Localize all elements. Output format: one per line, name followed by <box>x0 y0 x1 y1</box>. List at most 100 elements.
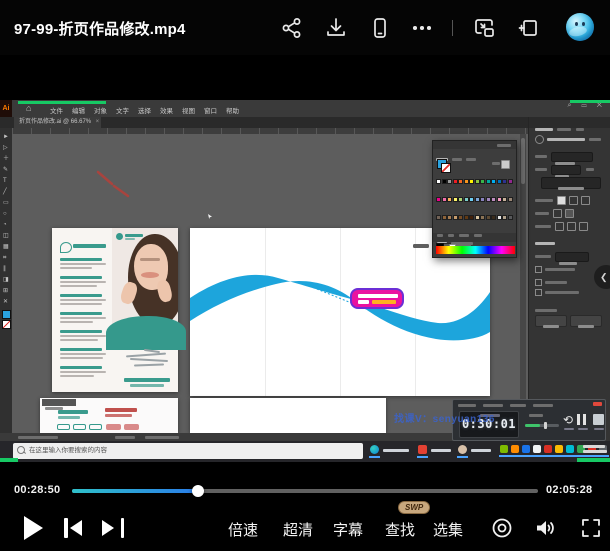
player-top-bar: 97-99-折页作品修改.mp4 <box>0 0 610 55</box>
find-button[interactable]: 查找 <box>385 519 415 540</box>
color-swatch <box>475 197 480 202</box>
episodes-button[interactable]: 选集 <box>433 519 463 540</box>
mini-player-icon[interactable] <box>516 16 540 40</box>
body-line <box>60 267 92 269</box>
tool-icon: ＋ <box>3 154 9 165</box>
ai-status-bar <box>0 433 528 441</box>
color-swatch <box>508 179 513 184</box>
tool-icon: ⊞ <box>3 286 9 297</box>
color-swatch <box>475 215 480 220</box>
brochure-logo <box>116 233 123 240</box>
ai-toolbar: ►▷＋✎T╱▭○◔◫▦⌗∥◨⊞✕ <box>0 128 12 433</box>
tab-close-icon: × <box>96 117 100 128</box>
color-swatch <box>486 197 491 202</box>
subtitles-button[interactable]: 字幕 <box>333 519 363 540</box>
tool-icon: ╱ <box>3 187 9 198</box>
record-mode-icon[interactable] <box>490 516 514 540</box>
body-line <box>60 263 106 265</box>
color-swatch <box>453 197 458 202</box>
quality-button[interactable]: 超清 <box>283 519 313 540</box>
download-icon[interactable] <box>324 16 348 40</box>
green-marker-right <box>570 100 610 103</box>
recorder-close-button <box>593 402 602 406</box>
play-button[interactable] <box>24 516 43 540</box>
color-swatch <box>442 215 447 220</box>
question-line <box>60 330 102 333</box>
recorder-restart-icon: ⟲ <box>563 413 573 427</box>
previous-button[interactable] <box>64 518 86 538</box>
brochure-heading-icon <box>60 242 72 253</box>
taskbar-app-icon <box>522 445 530 453</box>
swatches-tabs <box>433 149 516 158</box>
color-swatch <box>480 179 485 184</box>
body-line <box>60 353 106 355</box>
body-line <box>60 375 94 377</box>
swatch-row <box>436 171 513 188</box>
swatch-grid <box>433 170 516 225</box>
pip-icon[interactable] <box>472 16 496 40</box>
speed-button[interactable]: 倍速 <box>228 519 258 540</box>
tool-icon: T <box>3 176 9 187</box>
person-app-icon <box>458 445 467 454</box>
body-line <box>60 335 106 337</box>
color-swatch <box>497 197 502 202</box>
color-swatch <box>447 197 452 202</box>
tool-icon: ▷ <box>3 143 9 154</box>
document-tab: 折页作品修改.ai @ 66.67%× <box>14 117 101 128</box>
topbar-divider <box>452 20 453 36</box>
taskbar-app-icon <box>533 445 541 453</box>
artboard-blank-partial <box>190 398 386 433</box>
swatch-row <box>436 207 513 224</box>
swp-badge: SWP <box>398 501 430 514</box>
color-swatch <box>447 215 452 220</box>
color-spectrum-bar <box>436 246 515 254</box>
fullscreen-icon[interactable] <box>579 516 603 540</box>
user-avatar[interactable] <box>566 13 594 41</box>
taskbar-app-icon <box>511 445 519 453</box>
total-time: 02:05:28 <box>546 484 592 496</box>
body-line <box>60 281 106 283</box>
color-swatch <box>480 215 485 220</box>
taskbar-search-box: 在这里输入你要搜索的内容 <box>13 443 363 459</box>
brochure-teal-band <box>106 316 186 350</box>
tool-icon: ◨ <box>3 275 9 286</box>
body-line <box>60 317 106 319</box>
tool-icon: ► <box>3 132 9 143</box>
question-line <box>60 348 102 351</box>
tool-icon: ▦ <box>3 242 9 253</box>
tool-icon: ✕ <box>3 297 9 308</box>
body-line <box>60 299 106 301</box>
phone-icon[interactable] <box>368 16 392 40</box>
swatches-layers-panel <box>432 140 517 258</box>
ai-logo: Ai <box>0 100 12 117</box>
color-swatch <box>436 215 441 220</box>
question-line <box>60 294 102 297</box>
body-line <box>60 321 93 323</box>
color-swatch <box>458 179 463 184</box>
color-swatch <box>486 179 491 184</box>
mouse-cursor <box>208 214 212 219</box>
taskbar-clock <box>583 445 607 455</box>
more-icon[interactable] <box>410 16 434 40</box>
share-icon[interactable] <box>280 16 304 40</box>
pink-note-tooltip <box>350 288 404 309</box>
swatch-row <box>436 189 513 206</box>
color-swatch <box>508 215 513 220</box>
color-swatch <box>491 179 496 184</box>
canvas-scrollbar <box>520 134 526 433</box>
layers-panel-header <box>433 233 516 242</box>
aligner-sketch <box>124 350 172 372</box>
color-swatch <box>469 179 474 184</box>
color-swatch <box>497 179 502 184</box>
question-line <box>60 312 102 315</box>
color-swatch <box>502 179 507 184</box>
color-swatch <box>436 197 441 202</box>
progress-bar[interactable] <box>72 489 538 493</box>
red-annotation-stroke <box>90 166 136 202</box>
green-marker-left <box>18 101 106 104</box>
progress-handle[interactable] <box>192 485 204 497</box>
color-swatch <box>502 215 507 220</box>
video-content-area[interactable]: Ai ⌂ 文件编辑对象文字选择效果视图窗口帮助 ⌕ ▭ ✕ 折页作品修改.ai … <box>0 100 610 462</box>
next-button[interactable] <box>102 518 124 538</box>
volume-icon[interactable] <box>533 516 557 540</box>
